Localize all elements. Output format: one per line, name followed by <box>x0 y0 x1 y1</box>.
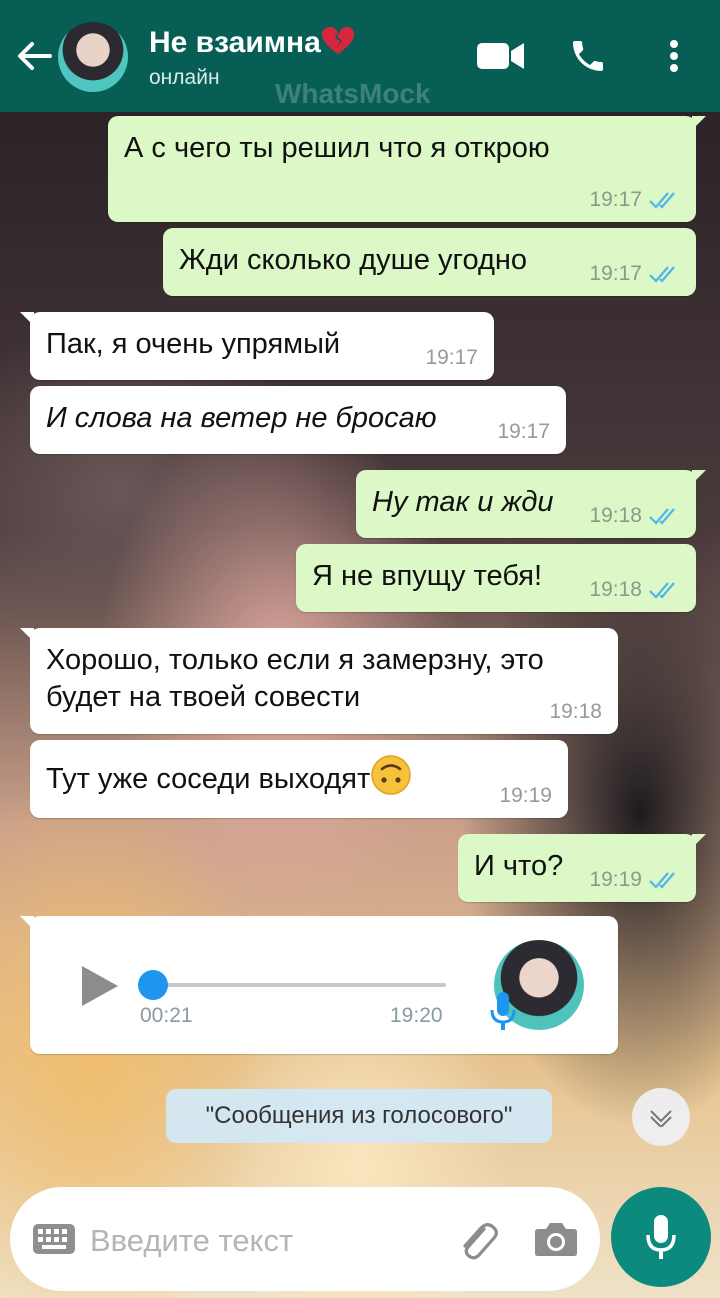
message-meta: 19:19 <box>589 868 680 892</box>
video-call-icon[interactable] <box>476 36 526 81</box>
bubble-tail <box>20 312 34 326</box>
message-meta: 19:17 <box>425 346 478 370</box>
message-meta: 19:17 <box>589 188 680 212</box>
message-text: А с чего ты решил что я открою <box>124 132 550 164</box>
camera-icon[interactable] <box>534 1221 578 1257</box>
microphone-icon <box>488 990 518 1032</box>
message-time: 19:18 <box>549 700 602 723</box>
message-text: Пак, я очень упрямый <box>46 328 341 360</box>
message-bubble-incoming[interactable]: Пак, я очень упрямый 19:17 <box>20 312 494 380</box>
record-voice-button[interactable] <box>611 1187 711 1287</box>
read-ticks-icon <box>649 582 675 599</box>
message-bubble-outgoing[interactable]: И что? 19:19 <box>458 834 706 902</box>
message-time: 19:17 <box>589 262 642 285</box>
bubble-tail <box>20 916 34 930</box>
message-time: 19:19 <box>589 868 642 891</box>
attach-icon[interactable] <box>454 1217 500 1263</box>
more-options-icon[interactable] <box>664 36 684 81</box>
message-text: Тут уже соседи выходят <box>46 754 552 798</box>
bubble-tail <box>692 116 706 130</box>
voice-time: 19:20 <box>390 1004 443 1027</box>
message-bubble-incoming[interactable]: И слова на ветер не бросаю 19:17 <box>30 386 566 454</box>
message-bubble-outgoing[interactable]: Ну так и жди 19:18 <box>356 470 706 538</box>
message-time: 19:18 <box>589 578 642 601</box>
message-time: 19:17 <box>589 188 642 211</box>
message-meta: 19:17 <box>589 262 680 286</box>
message-text: И слова на ветер не бросаю <box>46 402 437 434</box>
contact-avatar[interactable] <box>58 22 128 92</box>
contact-status: онлайн <box>149 66 220 89</box>
message-bubble-outgoing[interactable]: Я не впущу тебя! 19:18 <box>296 544 696 612</box>
voice-duration: 00:21 <box>140 1004 193 1027</box>
chevron-down-icon <box>650 1110 672 1127</box>
voice-call-icon[interactable] <box>568 36 608 81</box>
read-ticks-icon <box>649 266 675 283</box>
bubble-tail <box>692 470 706 484</box>
contact-name-text: Не взаимна <box>149 26 321 59</box>
message-meta: 19:18 <box>589 578 680 602</box>
message-input-bar: Введите текст <box>10 1187 600 1291</box>
broken-heart-icon <box>321 27 354 54</box>
message-bubble-incoming[interactable]: Хорошо, только если я замерзну, это буде… <box>20 628 618 734</box>
message-time: 19:17 <box>497 420 550 443</box>
voice-progress-track[interactable] <box>152 983 446 987</box>
voice-progress-knob[interactable] <box>138 970 168 1000</box>
message-bubble-outgoing[interactable]: Жди сколько душе угодно 19:17 <box>163 228 696 296</box>
keyboard-icon[interactable] <box>32 1223 76 1255</box>
message-meta: 19:19 <box>499 784 552 808</box>
bubble-tail <box>692 834 706 848</box>
upside-down-face-icon <box>371 755 412 795</box>
back-arrow-icon[interactable] <box>14 36 54 76</box>
message-meta: 19:18 <box>589 504 680 528</box>
bubble-tail <box>20 628 34 642</box>
message-time: 19:17 <box>425 346 478 369</box>
scroll-down-button[interactable] <box>632 1088 690 1146</box>
read-ticks-icon <box>649 508 675 525</box>
read-ticks-icon <box>649 192 675 209</box>
contact-name[interactable]: Не взаимна <box>149 26 355 60</box>
message-text-content: Тут уже соседи выходят <box>46 763 371 795</box>
message-bubble-incoming[interactable]: Тут уже соседи выходят 19:19 <box>30 740 568 818</box>
microphone-icon <box>646 1215 676 1259</box>
message-text: Хорошо, только если я замерзну, это буде… <box>46 644 544 713</box>
watermark: WhatsMock <box>275 78 431 109</box>
transcription-label[interactable]: "Сообщения из голосового" <box>166 1089 552 1143</box>
message-time: 19:18 <box>589 504 642 527</box>
play-button-icon[interactable] <box>80 964 120 1008</box>
message-time: 19:19 <box>499 784 552 807</box>
message-meta: 19:17 <box>497 420 550 444</box>
message-meta: 19:18 <box>549 700 602 724</box>
message-input[interactable]: Введите текст <box>90 1223 293 1259</box>
voice-message-bubble: 00:21 19:20 <box>20 916 618 1054</box>
read-ticks-icon <box>649 872 675 889</box>
message-bubble-outgoing[interactable]: А с чего ты решил что я открою 19:17 <box>108 116 706 222</box>
